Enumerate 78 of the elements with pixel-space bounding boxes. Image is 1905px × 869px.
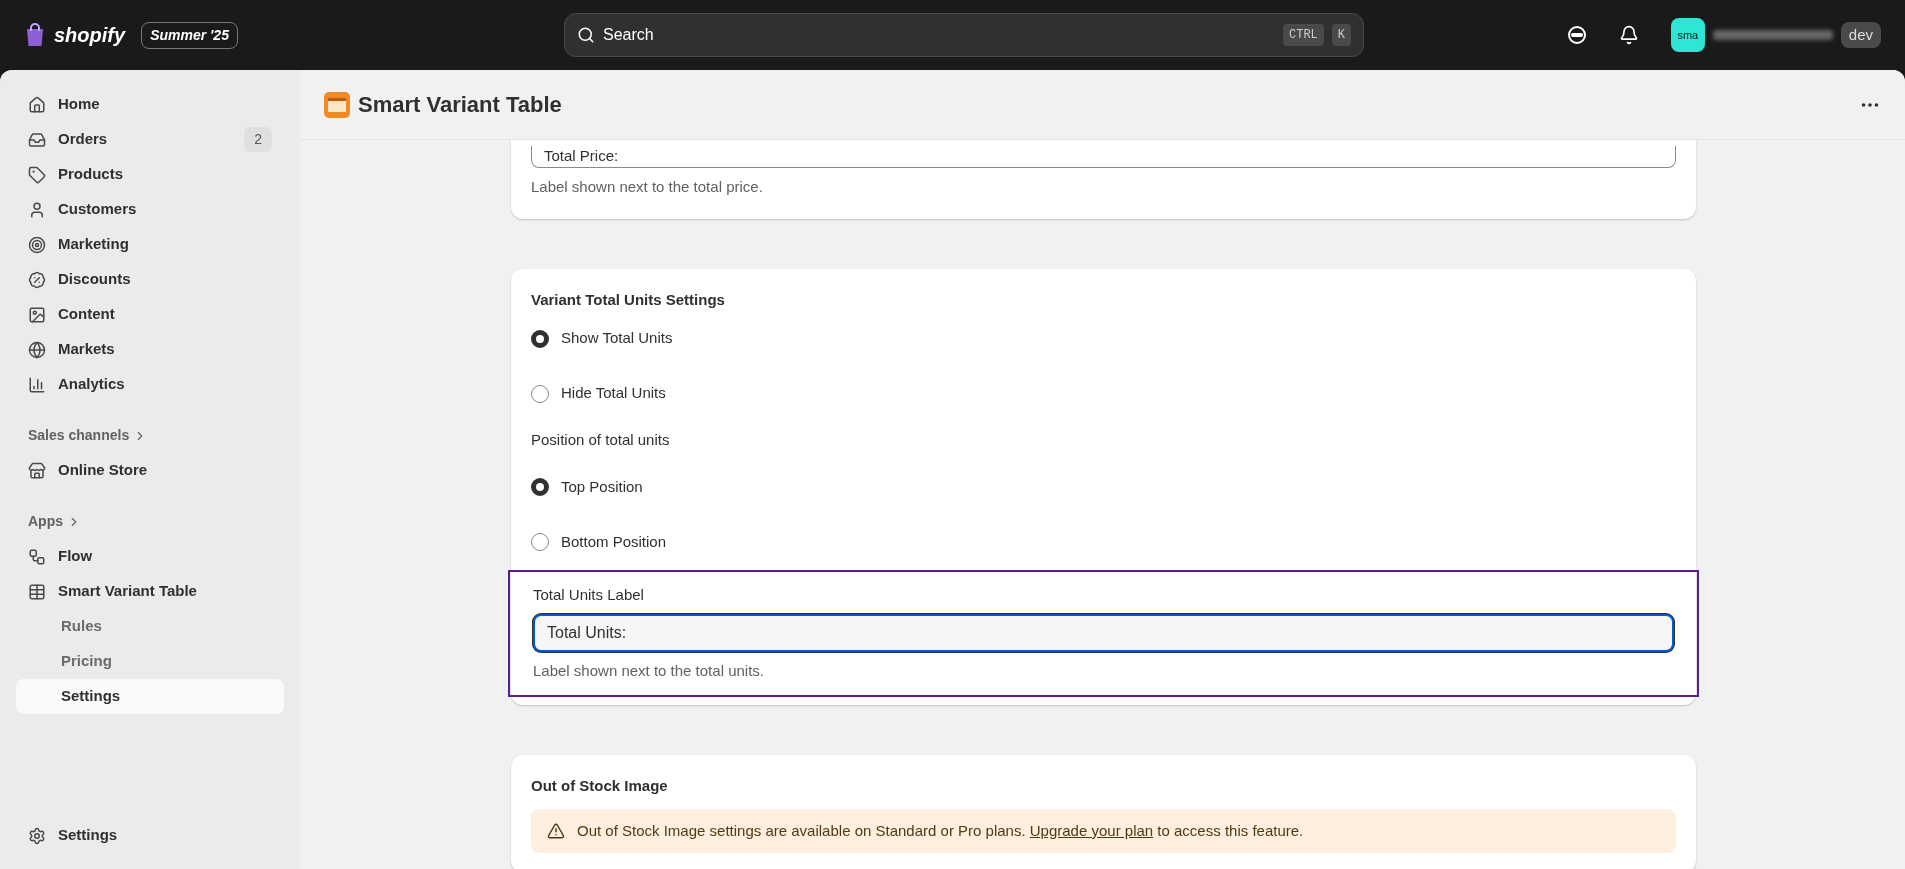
shortcut-key: CTRL <box>1283 24 1324 46</box>
settings-icon <box>28 826 46 845</box>
text-field[interactable]: Total Units: <box>533 614 1674 652</box>
warning-icon <box>547 822 565 840</box>
nav-label: Flow <box>58 546 94 567</box>
nav-label: Analytics <box>58 374 126 395</box>
nav-item[interactable]: Content <box>16 297 284 332</box>
nav-label: Customers <box>58 199 138 220</box>
nav-label: Products <box>58 164 124 185</box>
nav-item[interactable]: Marketing <box>16 227 284 262</box>
nav-item[interactable]: Home <box>16 87 284 122</box>
sub-nav-item[interactable]: Pricing <box>16 644 284 679</box>
nav-label: Rules <box>61 616 102 637</box>
nav-label: Content <box>58 304 116 325</box>
discount-icon <box>28 270 46 289</box>
nav-label: Online Store <box>58 460 149 481</box>
dev-badge: dev <box>1840 21 1881 49</box>
nav-label: Marketing <box>58 234 130 255</box>
nav-label: Home <box>58 94 101 115</box>
radio-button[interactable] <box>531 478 549 496</box>
person-icon <box>28 200 46 219</box>
nav-label: Pricing <box>61 651 112 672</box>
nav-label[interactable]: Settings <box>58 824 118 847</box>
radio-button[interactable] <box>531 329 549 348</box>
text-field[interactable]: Total Price: <box>531 145 1676 168</box>
nav-item[interactable]: Smart Variant Table <box>16 574 284 609</box>
nav-item[interactable]: Customers <box>16 192 284 227</box>
brand-logo: shopify <box>54 23 126 48</box>
nav-item[interactable]: Markets <box>16 332 284 367</box>
nav-label: Discounts <box>58 269 132 290</box>
nav-label: Orders <box>58 129 109 150</box>
table-icon <box>28 582 46 601</box>
nav-item[interactable]: Flow <box>16 539 284 574</box>
upgrade-link[interactable]: Upgrade your plan <box>1029 821 1154 839</box>
group-label: Position of total units <box>531 430 671 450</box>
nav-label: Markets <box>58 339 116 360</box>
nav-item[interactable]: Products <box>16 157 284 192</box>
page-title: Smart Variant Table <box>358 91 563 119</box>
nav-item[interactable]: Online Store <box>16 453 284 488</box>
flow-icon <box>28 547 46 566</box>
bell-icon[interactable] <box>1618 25 1639 45</box>
globe-icon <box>28 340 46 359</box>
help-text: Label shown next to the total price. <box>531 177 764 197</box>
nav-label: Smart Variant Table <box>58 581 198 602</box>
target-icon <box>28 235 46 254</box>
nav-item[interactable]: Analytics <box>16 367 284 402</box>
sub-nav-item[interactable]: Rules <box>16 609 284 644</box>
avatar[interactable]: sma <box>1670 18 1705 52</box>
home-icon <box>28 95 46 114</box>
tag-icon <box>28 165 46 184</box>
nav-label: Settings <box>61 686 121 707</box>
edition-badge: Summer '25 <box>141 21 238 49</box>
shopping-bag-icon <box>24 23 46 47</box>
help-text: Label shown next to the total units. <box>533 661 765 681</box>
search-field[interactable]: Search CTRL K <box>564 13 1364 57</box>
field-label: Total Units Label <box>533 584 645 605</box>
sub-nav-item[interactable]: Settings <box>16 679 284 714</box>
card-title: Out of Stock Image <box>531 775 669 796</box>
radio-button[interactable] <box>531 533 549 551</box>
radio-label: Hide Total Units <box>561 383 666 404</box>
radio-label: Top Position <box>561 476 643 497</box>
radio-label: Show Total Units <box>561 328 673 349</box>
count-badge: 2 <box>244 127 272 152</box>
search-icon <box>577 26 595 44</box>
radio-button[interactable] <box>531 384 549 403</box>
section-heading[interactable]: Apps <box>28 511 63 532</box>
store-icon <box>28 461 46 480</box>
shortcut-key: K <box>1331 24 1351 46</box>
app-icon <box>324 91 350 118</box>
nav-item[interactable]: Discounts <box>16 262 284 297</box>
notice-text: Out of Stock Image settings are available on Standard or Pro plans. Upgrade your plan to access this feature. <box>577 820 1304 841</box>
section-heading[interactable]: Sales channels <box>28 425 130 446</box>
bar-chart-icon <box>28 375 46 394</box>
card-title: Variant Total Units Settings <box>530 289 726 310</box>
radio-label: Bottom Position <box>561 531 667 552</box>
nav-item[interactable]: Orders 2 <box>16 122 284 157</box>
image-icon <box>28 305 46 324</box>
inbox-icon <box>28 130 46 149</box>
